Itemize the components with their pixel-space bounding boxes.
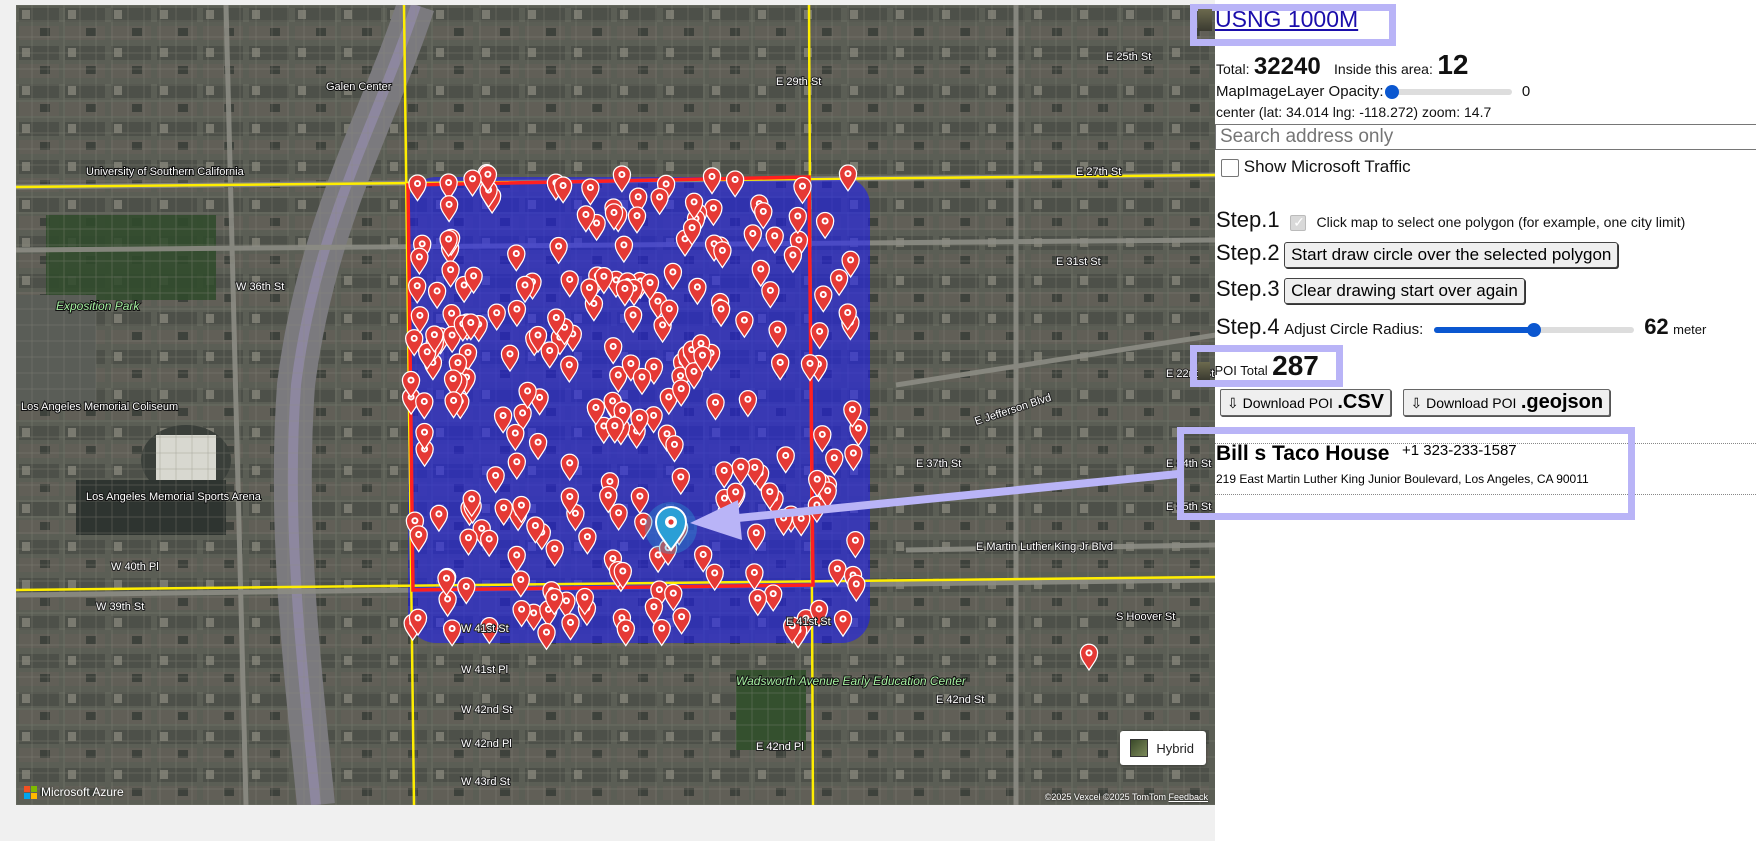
poi-total-value: 287 — [1272, 350, 1319, 381]
place-label: Los Angeles Memorial Coliseum — [21, 401, 178, 413]
street-label: W 41st St — [461, 623, 509, 635]
map-copyright: ©2025 Vexcel ©2025 TomTom Feedback — [1045, 792, 1208, 802]
street-label: E 42nd St — [936, 694, 984, 706]
radius-slider[interactable] — [1433, 322, 1634, 337]
microsoft-logo-icon — [24, 785, 37, 799]
place-label: S Hoover St — [1116, 611, 1175, 623]
opacity-slider[interactable] — [1384, 85, 1512, 100]
radius-unit: meter — [1673, 322, 1707, 337]
place-label: Exposition Park — [56, 299, 140, 313]
poi-total-row: POI Total 287 — [1198, 350, 1319, 382]
start-draw-circle-button[interactable]: Start draw circle over the selected poly… — [1284, 242, 1619, 268]
hybrid-label: Hybrid — [1156, 740, 1194, 756]
step3-row: Step.3 Clear drawing start over again — [1216, 276, 1525, 304]
place-label: University of Southern California — [86, 166, 245, 178]
street-label: E 29th St — [776, 76, 821, 88]
street-label: W 40th Pl — [111, 561, 159, 573]
poi-address: 219 East Martin Luther King Junior Boule… — [1216, 472, 1589, 486]
opacity-slider-knob[interactable] — [1384, 85, 1399, 100]
place-label: Galen Center — [326, 81, 392, 93]
inside-label: Inside this area: — [1334, 61, 1433, 77]
download-csv-ext: .CSV — [1337, 391, 1385, 413]
traffic-checkbox[interactable] — [1221, 158, 1239, 177]
download-geojson-label: ⇩ Download POI — [1410, 395, 1517, 411]
street-label: W 36th St — [236, 281, 284, 293]
place-label: Wadsworth Avenue Early Education Center — [736, 674, 967, 688]
step4-label: Step.4 — [1216, 314, 1280, 339]
opacity-label: MapImageLayer Opacity: — [1216, 83, 1384, 100]
step3-label: Step.3 — [1216, 276, 1280, 301]
microsoft-azure-logo: Microsoft Azure — [24, 785, 124, 799]
total-label: Total: — [1216, 61, 1250, 77]
step1-checkbox[interactable] — [1290, 214, 1307, 231]
step4-text: Adjust Circle Radius: — [1284, 321, 1424, 338]
clear-drawing-button[interactable]: Clear drawing start over again — [1284, 278, 1525, 304]
search-input[interactable] — [1215, 124, 1756, 150]
street-label: W 43rd St — [461, 776, 510, 788]
download-geojson-button[interactable]: ⇩ Download POI .geojson — [1403, 389, 1611, 416]
download-csv-button[interactable]: ⇩ Download POI .CSV — [1220, 389, 1392, 416]
street-label: E 42nd Pl — [756, 741, 804, 753]
street-label: E 31st St — [1056, 256, 1101, 268]
step1-label: Step.1 — [1216, 207, 1280, 232]
hybrid-thumbnail-icon — [1130, 739, 1149, 757]
poi-name: Bill s Taco House — [1216, 442, 1390, 465]
map-view[interactable]: W 41st St W 41st Pl W 42nd St W 42nd Pl … — [16, 5, 1216, 805]
street-label: W 42nd St — [461, 704, 512, 716]
download-row: ⇩ Download POI .CSV ⇩ Download POI .geoj… — [1220, 389, 1611, 416]
opacity-value: 0 — [1521, 83, 1531, 100]
title-row: USNG 1000M — [1198, 6, 1358, 33]
poi-total-thumbnail-icon — [1198, 361, 1210, 380]
layer-thumbnail-icon — [1198, 8, 1212, 31]
download-geojson-ext: .geojson — [1520, 391, 1604, 413]
radius-slider-knob[interactable] — [1526, 322, 1541, 337]
poi-phone: +1 323-233-1587 — [1401, 442, 1517, 459]
total-value: 32240 — [1253, 53, 1321, 80]
street-label: W 39th St — [96, 601, 144, 613]
feedback-link[interactable]: Feedback — [1168, 792, 1208, 802]
totals-row: Total: 32240 Inside this area: 12 — [1216, 49, 1468, 81]
step1-text: Click map to select one polygon (for exa… — [1316, 214, 1686, 230]
center-text: center (lat: 34.014 lng: -118.272) zoom:… — [1216, 104, 1492, 120]
street-label: E Martin Luther King Jr Blvd — [976, 541, 1113, 553]
poi-total-label: POI Total — [1214, 363, 1268, 378]
radius-slider-fill — [1433, 326, 1534, 333]
street-label: W 41st Pl — [461, 664, 508, 676]
poi-info-card: Bill s Taco House +1 323-233-1587 219 Ea… — [1216, 442, 1756, 486]
street-label: E 41st St — [786, 616, 831, 628]
hybrid-style-button[interactable]: Hybrid — [1120, 731, 1206, 765]
download-csv-label: ⇩ Download POI — [1227, 395, 1333, 411]
copyright-text: ©2025 Vexcel ©2025 TomTom — [1044, 792, 1166, 802]
step2-label: Step.2 — [1216, 240, 1280, 265]
street-label: W 42nd Pl — [461, 738, 512, 750]
opacity-row: MapImageLayer Opacity: 0 — [1216, 83, 1530, 100]
step1-row: Step.1 Click map to select one polygon (… — [1216, 207, 1685, 233]
step4-row: Step.4 Adjust Circle Radius: 62 meter — [1216, 314, 1706, 340]
street-label: E 25th St — [1106, 51, 1151, 63]
step2-row: Step.2 Start draw circle over the select… — [1216, 240, 1619, 268]
inside-value: 12 — [1437, 49, 1469, 80]
street-label: E 27th St — [1076, 166, 1121, 178]
traffic-label: Show Microsoft Traffic — [1243, 157, 1411, 176]
radius-value: 62 — [1644, 314, 1669, 339]
brand-text: Microsoft Azure — [41, 785, 124, 799]
map-canvas[interactable]: W 41st St W 41st Pl W 42nd St W 42nd Pl … — [16, 5, 1216, 805]
street-label: E 37th St — [916, 458, 961, 470]
traffic-row: Show Microsoft Traffic — [1216, 157, 1411, 177]
title-link[interactable]: USNG 1000M — [1215, 6, 1358, 33]
place-label: Los Angeles Memorial Sports Arena — [86, 491, 262, 503]
